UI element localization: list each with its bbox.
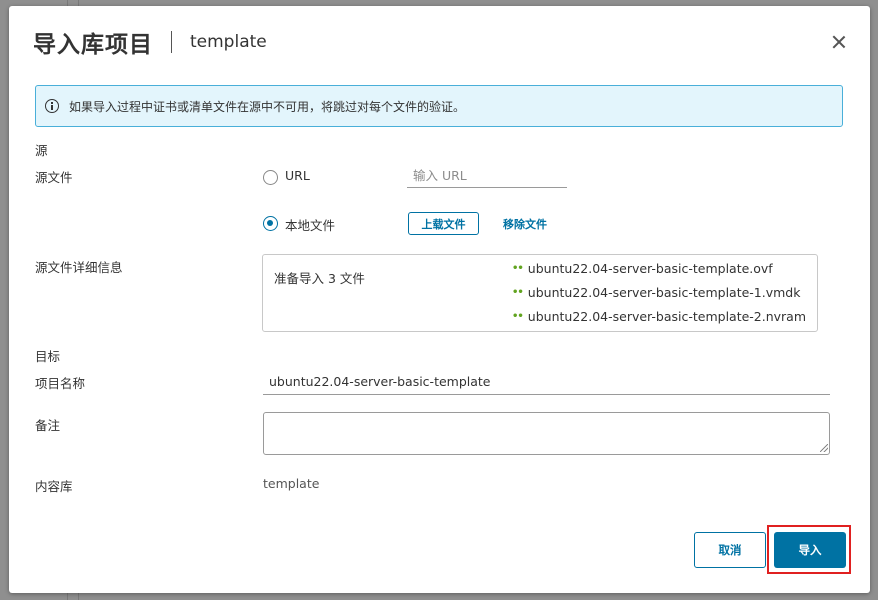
source-details-label: 源文件详细信息 [35, 260, 123, 275]
dialog-header: 导入库项目 template [33, 26, 267, 58]
file-name: ubuntu22.04-server-basic-template.ovf [527, 261, 773, 276]
import-button[interactable]: 导入 [774, 532, 846, 568]
content-library-label: 内容库 [35, 479, 73, 494]
content-library-value: template [263, 476, 320, 491]
ready-to-import-text: 准备导入 3 文件 [274, 271, 365, 286]
url-radio[interactable] [263, 170, 278, 185]
close-icon[interactable] [829, 32, 849, 52]
target-section-label: 目标 [35, 349, 61, 364]
file-status-icon: •• [512, 287, 524, 298]
local-file-radio-label: 本地文件 [285, 218, 336, 233]
info-alert: 如果导入过程中证书或清单文件在源中不可用，将跳过对每个文件的验证。 [35, 85, 843, 127]
item-name-label: 项目名称 [35, 376, 86, 391]
source-file-label: 源文件 [35, 170, 73, 185]
file-name: ubuntu22.04-server-basic-template-1.vmdk [527, 285, 801, 300]
remove-file-button[interactable]: 移除文件 [503, 212, 547, 235]
item-name-input[interactable] [263, 369, 830, 395]
file-name: ubuntu22.04-server-basic-template-2.nvra… [527, 309, 807, 324]
file-item: •• ubuntu22.04-server-basic-template-2.n… [512, 309, 806, 324]
file-status-icon: •• [512, 311, 524, 322]
source-files-details: 准备导入 3 文件 •• ubuntu22.04-server-basic-te… [262, 254, 818, 332]
notes-textarea[interactable] [263, 412, 830, 455]
import-library-item-dialog: 导入库项目 template 如果导入过程中证书或清单文件在源中不可用，将跳过对… [9, 6, 870, 593]
file-item: •• ubuntu22.04-server-basic-template.ovf [512, 261, 773, 276]
url-radio-label: URL [285, 168, 310, 183]
info-icon [45, 99, 59, 113]
dialog-title: 导入库项目 [33, 32, 153, 58]
file-status-icon: •• [512, 263, 524, 274]
resize-handle-icon[interactable] [820, 444, 828, 452]
source-section-label: 源 [35, 143, 48, 158]
title-separator [171, 31, 172, 53]
notes-label: 备注 [35, 418, 61, 433]
dialog-subtitle: template [190, 32, 267, 52]
cancel-button[interactable]: 取消 [694, 532, 766, 568]
file-item: •• ubuntu22.04-server-basic-template-1.v… [512, 285, 800, 300]
local-file-radio[interactable] [263, 216, 278, 231]
upload-file-button[interactable]: 上载文件 [408, 212, 479, 235]
url-input[interactable] [407, 164, 567, 188]
alert-text: 如果导入过程中证书或清单文件在源中不可用，将跳过对每个文件的验证。 [69, 99, 466, 114]
